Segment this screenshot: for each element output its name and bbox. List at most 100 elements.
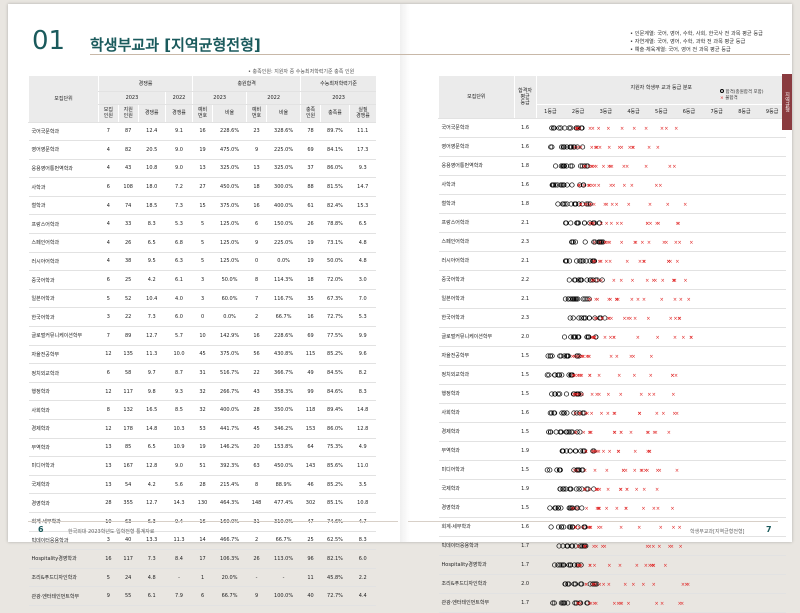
table-row: 일본어학과 2.1 × × × × × × × × × × × × × × × × bbox=[438, 289, 786, 309]
svg-text:×: × bbox=[634, 487, 638, 493]
cell-value: 14.3 bbox=[165, 493, 193, 513]
unit-name: 관광·엔터테인먼트학부 bbox=[438, 593, 515, 613]
cell-value: 2 bbox=[246, 531, 267, 551]
svg-text:×: × bbox=[592, 335, 596, 341]
cell-value: 16 bbox=[246, 196, 267, 216]
cell-value: 82.1% bbox=[320, 549, 350, 569]
cell-value: 20.0% bbox=[212, 568, 247, 588]
svg-text:×: × bbox=[596, 126, 600, 132]
cell-value: 464.3% bbox=[212, 493, 247, 513]
cell-value: 8.5 bbox=[165, 400, 193, 420]
cell-value: 18 bbox=[300, 270, 321, 290]
table-row: 경제학과 1.5 × × × × × × × × × × × × × × × × bbox=[438, 422, 786, 442]
svg-text:×: × bbox=[574, 392, 578, 398]
grade-dot-plot: × × × × × × × × × × × × × × × × bbox=[536, 289, 786, 309]
cell-value: 117 bbox=[118, 549, 139, 569]
page-fold bbox=[400, 4, 410, 542]
cell-value: 118 bbox=[300, 400, 321, 420]
svg-text:×: × bbox=[609, 221, 613, 227]
svg-text:×: × bbox=[648, 544, 652, 550]
cell-value: 6.1 bbox=[165, 270, 193, 290]
svg-text:×: × bbox=[570, 506, 574, 512]
cell-value: 31 bbox=[192, 363, 213, 383]
svg-text:×: × bbox=[645, 221, 649, 227]
cell-value: 8 bbox=[246, 270, 267, 290]
unit-name: 행정학과 bbox=[438, 384, 515, 404]
cell-value: 9.9 bbox=[349, 326, 376, 346]
cell-value: 125.0% bbox=[212, 252, 247, 272]
unit-name: 미디어학과 bbox=[438, 460, 515, 480]
svg-text:×: × bbox=[631, 145, 635, 151]
avg-grade: 1.5 bbox=[514, 365, 536, 385]
unit-name: 사학과 bbox=[438, 175, 515, 195]
table-row: 영어영문학과 4 82 20.5 9.0 19 475.0% 9 225.0% 69 84.1% 17… bbox=[28, 140, 376, 160]
legend-fail-label: 불합격 bbox=[725, 96, 738, 101]
table-row: 국제학과 1.9 × × × × × × × × × × × × × × × × bbox=[438, 479, 786, 499]
table-row: 무역학과 1.9 × × × × × × × × × × × × × × × × bbox=[438, 441, 786, 461]
unit-name: 경영학과 bbox=[438, 498, 515, 518]
table-row: 자율전공학부 12 135 11.3 10.0 45 375.0% 56 430.8% 115 85… bbox=[28, 345, 376, 365]
unit-name: 일본어학과 bbox=[438, 289, 515, 309]
cell-value: 11 bbox=[300, 568, 321, 588]
svg-text:×: × bbox=[590, 278, 594, 284]
cell-value: 33 bbox=[118, 214, 139, 235]
cell-value: 16.5 bbox=[138, 400, 166, 420]
table-row: 경제학과 12 178 14.8 10.3 53 441.7% 45 346.2% 153 86.0… bbox=[28, 419, 376, 439]
svg-text:×: × bbox=[619, 240, 623, 246]
cell-value: 26 bbox=[246, 549, 267, 569]
cell-value: 32 bbox=[192, 400, 213, 420]
svg-text:×: × bbox=[678, 316, 682, 322]
cell-value: 7 bbox=[246, 289, 267, 309]
svg-text:×: × bbox=[677, 525, 681, 531]
cell-value: 117 bbox=[118, 382, 139, 402]
svg-text:×: × bbox=[681, 335, 685, 341]
svg-text:×: × bbox=[649, 354, 653, 360]
cell-value: 9.1 bbox=[165, 122, 193, 142]
cell-value: 88.9% bbox=[266, 475, 301, 495]
cell-value: 6.5 bbox=[138, 233, 166, 253]
svg-text:×: × bbox=[588, 297, 592, 303]
svg-text:×: × bbox=[672, 411, 676, 417]
svg-text:×: × bbox=[592, 164, 596, 170]
cell-value: 5.7 bbox=[165, 326, 193, 346]
svg-text:×: × bbox=[683, 278, 687, 284]
svg-text:×: × bbox=[580, 373, 584, 379]
table-row: 철학과 4 74 18.5 7.3 15 375.0% 16 400.0% 61 82.4% 15.3 bbox=[28, 196, 376, 216]
cell-value: 82.4% bbox=[320, 196, 350, 216]
cell-value: 25 bbox=[300, 531, 321, 551]
svg-text:×: × bbox=[649, 373, 653, 379]
cell-value: 56 bbox=[246, 345, 267, 365]
note-science: • 자연계열: 국어, 영어, 수학, 과학 전 과목 평균 등급 bbox=[630, 39, 746, 45]
svg-text:×: × bbox=[597, 392, 601, 398]
svg-text:×: × bbox=[597, 183, 601, 189]
grade-tick-label: 5등급 bbox=[655, 108, 668, 115]
col-sub-header: 지원 인원 bbox=[117, 104, 139, 123]
svg-text:×: × bbox=[592, 601, 596, 607]
note-humanities: • 인문계열: 국어, 영어, 수학, 사회, 한국사 전 과목 평균 등급 bbox=[630, 31, 763, 37]
svg-text:×: × bbox=[616, 449, 620, 455]
cell-value: 475.0% bbox=[212, 140, 247, 160]
footer-text-left: 한국외대 2023학년도 입학전형 통계자료 bbox=[68, 529, 155, 535]
cell-value: 75.3% bbox=[320, 438, 350, 458]
grade-tick-label: 2등급 bbox=[571, 108, 585, 115]
svg-text:×: × bbox=[674, 240, 678, 246]
cell-value: 516.7% bbox=[212, 363, 247, 383]
svg-text:×: × bbox=[607, 449, 611, 455]
table-row: 글로벌커뮤니케이션학부 2.0 × × × × × × × × × × × × × × × × bbox=[438, 327, 786, 347]
table-row: 프랑스어학과 2.1 × × × × × × × × × × × × × × × × bbox=[438, 213, 786, 233]
col-sub-header: 충족 인원 bbox=[300, 104, 321, 123]
col-comp-2023: 2023 bbox=[98, 91, 166, 105]
table-row: 사회학과 8 132 16.5 8.5 32 400.0% 28 350.0% 118 89.4% 1… bbox=[28, 400, 376, 420]
svg-text:×: × bbox=[643, 468, 647, 474]
cell-value: 43 bbox=[118, 159, 139, 179]
svg-text:×: × bbox=[676, 221, 680, 227]
cell-value: 3.5 bbox=[349, 475, 376, 495]
cell-value: 4 bbox=[98, 214, 119, 235]
svg-text:×: × bbox=[623, 582, 627, 588]
section-number: 01 bbox=[32, 26, 66, 56]
cell-value: 27 bbox=[192, 177, 213, 197]
svg-text:×: × bbox=[600, 544, 604, 550]
svg-text:×: × bbox=[606, 392, 610, 398]
cell-value: 35 bbox=[300, 289, 321, 309]
svg-text:×: × bbox=[644, 164, 648, 170]
